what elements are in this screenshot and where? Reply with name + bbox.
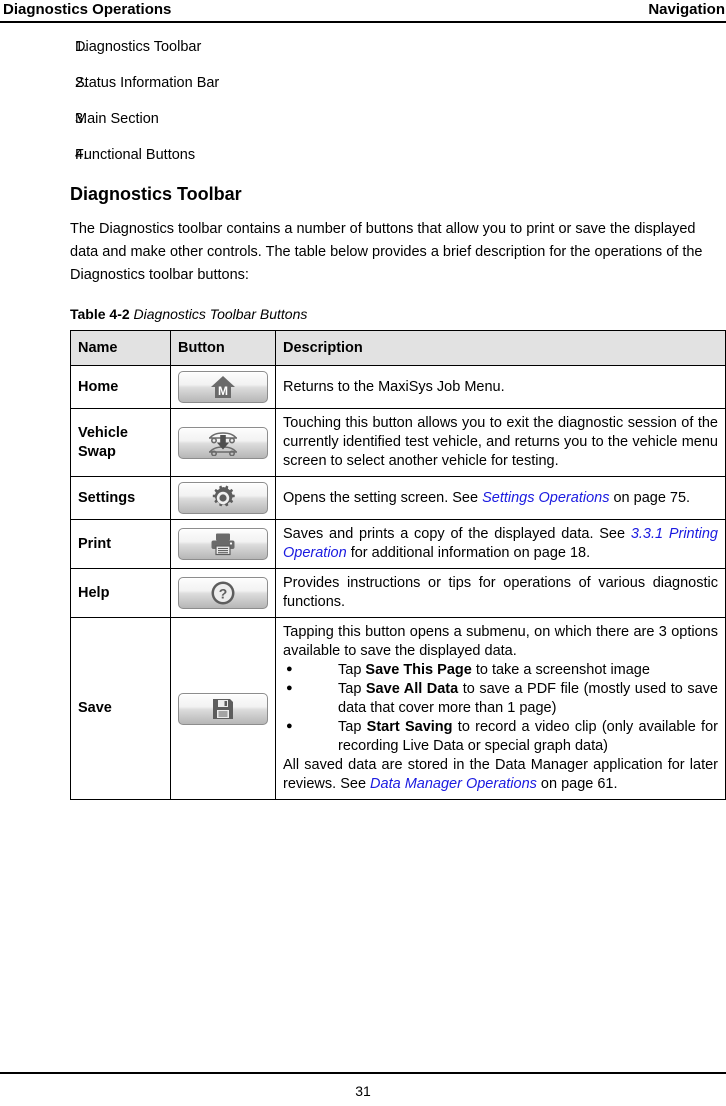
save-option-item: Tap Start Saving to record a video clip … (283, 717, 718, 756)
numbered-list: 1. Diagnostics Toolbar 2. Status Informa… (0, 38, 726, 164)
save-intro-text: Tapping this button opens a submenu, on … (283, 624, 718, 659)
row-description-save: Tapping this button opens a submenu, on … (275, 617, 726, 800)
option-prefix: Tap (338, 719, 367, 735)
printer-icon (211, 533, 235, 556)
table-row: Print Saves and prints a copy of the dis… (70, 519, 726, 569)
section-intro-paragraph: The Diagnostics toolbar contains a numbe… (70, 221, 703, 283)
column-header-name: Name (70, 330, 171, 366)
table-caption: Table 4-2 Diagnostics Toolbar Buttons (70, 305, 726, 323)
save-button[interactable] (178, 692, 268, 725)
section-title: Diagnostics Toolbar (70, 184, 242, 204)
header-left-title: Diagnostics Operations (3, 1, 172, 18)
table-row: Save Tapping this button opens a submenu… (70, 617, 726, 800)
save-option-item: Tap Save This Page to take a screenshot … (283, 660, 718, 680)
list-item: 4. Functional Buttons (0, 146, 726, 164)
diagnostics-toolbar-buttons-table: Name Button Description Home M Returns t… (70, 330, 726, 800)
svg-text:?: ? (219, 586, 228, 602)
list-item-label: Main Section (75, 111, 159, 127)
floppy-disk-icon (213, 698, 233, 719)
table-row: Settings Opens the setting screen. See S… (70, 476, 726, 520)
row-name-save: Save (70, 617, 171, 800)
row-button-cell (170, 408, 276, 477)
running-header: Diagnostics Operations Navigation (0, 0, 726, 24)
cross-reference-link[interactable]: Settings Operations (482, 490, 609, 506)
print-button[interactable] (178, 528, 268, 560)
desc-text-suffix: for additional information on page 18. (346, 545, 591, 561)
header-right-title: Navigation (648, 1, 725, 18)
table-row: Vehicle Swap Touching this button allows… (70, 408, 726, 477)
option-prefix: Tap (338, 662, 366, 678)
help-button[interactable]: ? (178, 577, 268, 609)
column-header-button: Button (170, 330, 276, 366)
column-header-description: Description (275, 330, 726, 366)
option-bold-label: Save This Page (365, 662, 472, 678)
row-name-print: Print (70, 519, 171, 569)
page-number: 31 (355, 1083, 371, 1099)
table-caption-title: Diagnostics Toolbar Buttons (133, 306, 308, 322)
row-description-settings: Opens the setting screen. See Settings O… (275, 476, 726, 520)
row-description-vehicle-swap: Touching this button allows you to exit … (275, 408, 726, 477)
page-footer: 31 (0, 1072, 726, 1100)
row-button-cell (170, 476, 276, 520)
outro-suffix: on page 61. (536, 776, 618, 792)
list-item-label: Status Information Bar (75, 75, 220, 91)
desc-text-prefix: Opens the setting screen. See (283, 489, 483, 506)
vehicle-swap-icon (209, 431, 237, 456)
gear-icon (212, 485, 235, 507)
option-bold-label: Save All Data (365, 681, 459, 697)
row-button-cell (170, 519, 276, 569)
row-button-cell: M (170, 365, 276, 409)
list-item-number: 2. (75, 75, 88, 91)
home-button[interactable]: M (178, 371, 268, 403)
svg-text:M: M (218, 384, 228, 398)
list-item-number: 4. (75, 147, 88, 163)
row-button-cell: ? (170, 568, 276, 618)
footer-divider (0, 1072, 726, 1074)
list-item-number: 3. (75, 111, 88, 127)
option-prefix: Tap (338, 681, 366, 697)
list-item: 2. Status Information Bar (0, 74, 726, 92)
row-description-home: Returns to the MaxiSys Job Menu. (275, 365, 726, 409)
row-description-help: Provides instructions or tips for operat… (275, 568, 726, 618)
page-content: 1. Diagnostics Toolbar 2. Status Informa… (0, 38, 726, 800)
desc-text-suffix: on page 75. (609, 489, 691, 506)
row-description-print: Saves and prints a copy of the displayed… (275, 519, 726, 569)
table-row: Home M Returns to the MaxiSys Job Menu. (70, 365, 726, 409)
desc-text-prefix: Saves and prints a copy of the displayed… (283, 526, 631, 542)
row-name-vehicle-swap: Vehicle Swap (70, 408, 171, 477)
cross-reference-link[interactable]: Data Manager Operations (370, 776, 537, 792)
row-button-cell (170, 617, 276, 800)
row-name-home: Home (70, 365, 171, 409)
home-m-icon: M (211, 376, 235, 398)
row-name-help: Help (70, 568, 171, 618)
save-option-item: Tap Save All Data to save a PDF file (mo… (283, 679, 718, 718)
row-name-settings: Settings (70, 476, 171, 520)
list-item-number: 1. (75, 39, 88, 55)
save-outro-text: All saved data are stored in the Data Ma… (283, 756, 718, 794)
option-bold-label: Start Saving (366, 719, 453, 735)
list-item: 3. Main Section (0, 110, 726, 128)
list-item-label: Diagnostics Toolbar (75, 39, 202, 55)
table-row: Help ? Provides instructions or tips for… (70, 568, 726, 618)
list-item: 1. Diagnostics Toolbar (0, 38, 726, 56)
settings-button[interactable] (178, 482, 268, 514)
list-item-label: Functional Buttons (75, 147, 196, 163)
question-circle-icon: ? (211, 581, 235, 605)
vehicle-swap-button[interactable] (178, 426, 268, 459)
save-options-list: Tap Save This Page to take a screenshot … (283, 660, 718, 756)
table-header-row: Name Button Description (70, 330, 726, 366)
table-caption-label: Table 4-2 (70, 306, 130, 322)
option-suffix: to take a screenshot image (471, 662, 650, 678)
